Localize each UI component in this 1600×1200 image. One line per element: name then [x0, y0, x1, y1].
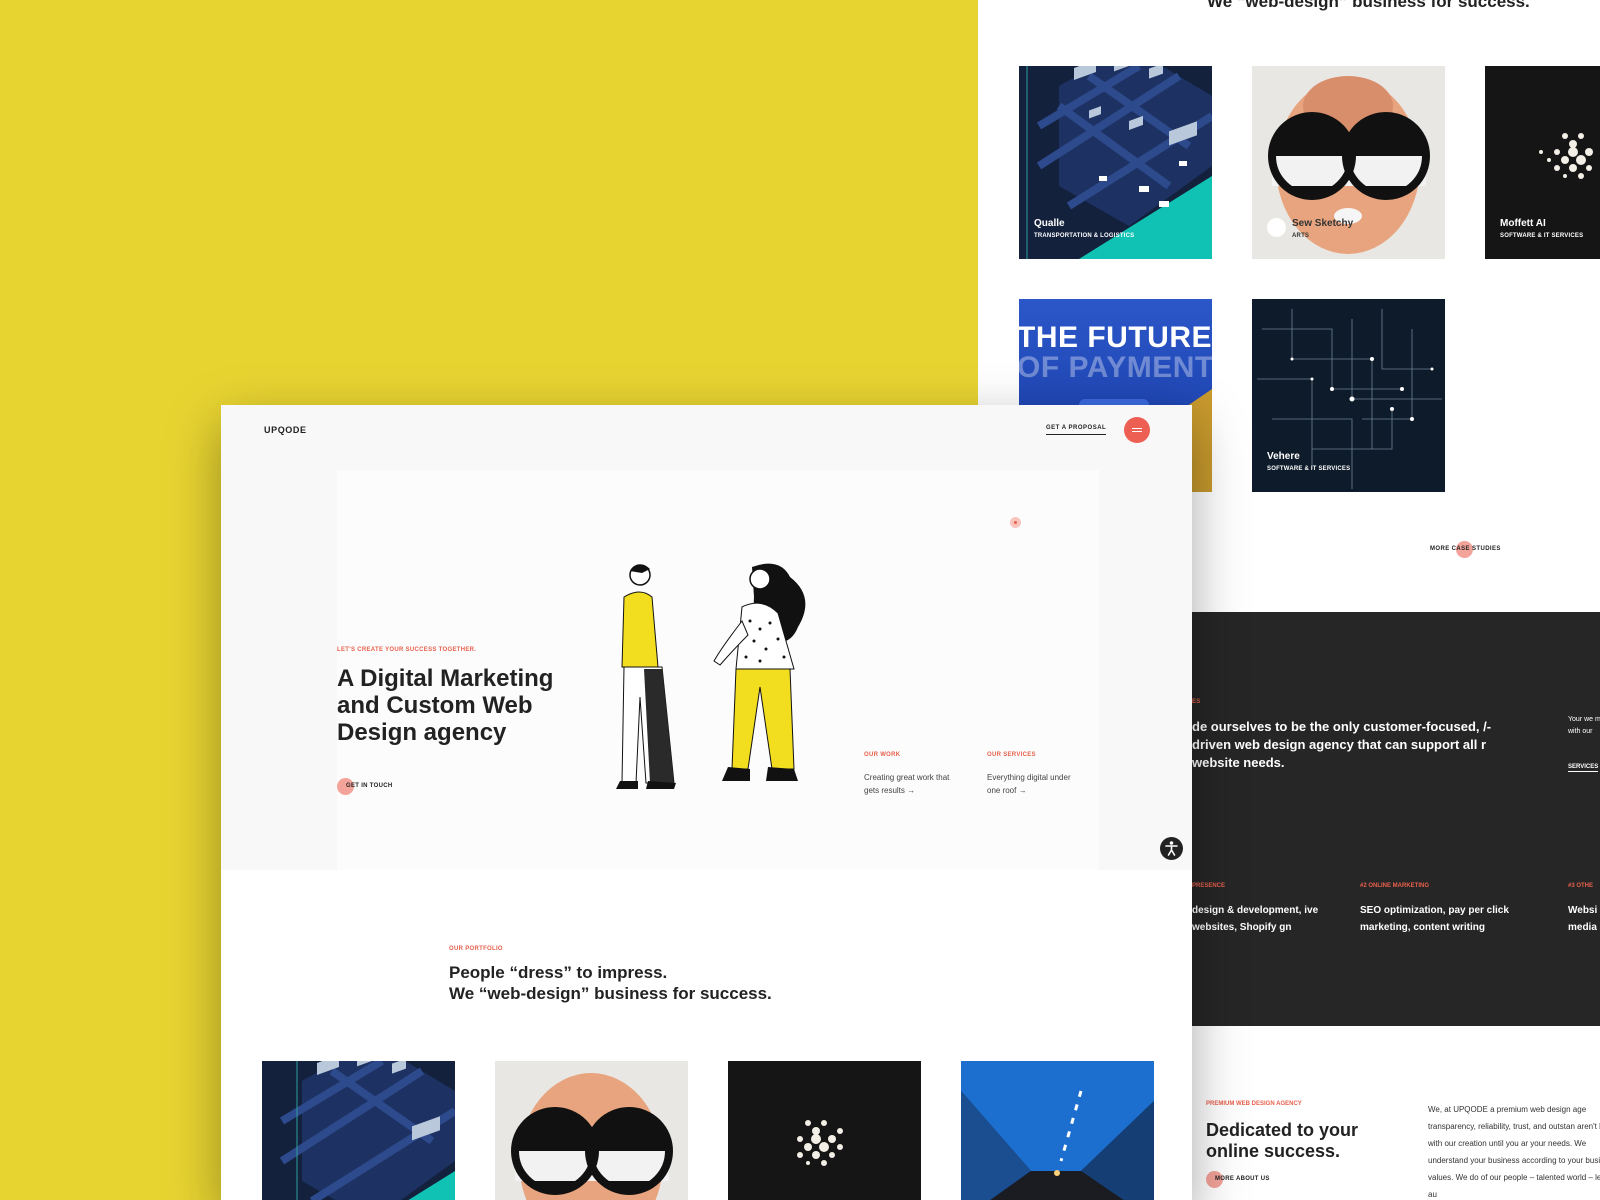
case-study-name: Sew Sketchy — [1292, 218, 1354, 229]
service-column-label: #3 OTHE — [1568, 883, 1594, 889]
get-in-touch-button[interactable]: GET IN TOUCH — [346, 783, 393, 789]
hero-tagline: LET'S CREATE YOUR SUCCESS TOGETHER. — [337, 647, 477, 653]
arrow-right-icon: → — [1018, 786, 1027, 795]
services-section-headline: de ourselves to be the only customer-foc… — [1192, 719, 1492, 770]
face-with-sunglasses-image — [511, 1073, 673, 1200]
portfolio-card-moffett-ai[interactable] — [728, 1061, 921, 1200]
service-column-text: Websi media analy — [1568, 905, 1600, 933]
case-study-category: SOFTWARE & IT SERVICES — [1267, 466, 1351, 472]
service-column-label: #2 ONLINE MARKETING — [1360, 883, 1430, 889]
case-study-category: TRANSPORTATION & LOGISTICS — [1034, 233, 1135, 239]
service-column-label: PRESENCE — [1192, 883, 1226, 889]
foreground-page-screenshot: UPQODE GET A PROPOSAL LET'S CREATE YOUR … — [221, 405, 1192, 1200]
our-services-label: OUR SERVICES — [987, 752, 1036, 758]
our-services-link[interactable]: Everything digital under one roof → — [987, 771, 1077, 797]
services-section-side-text: Your we make it with our — [1568, 716, 1600, 735]
case-study-name: Moffett AI — [1500, 218, 1546, 229]
sew-sketchy-logo-icon — [1267, 218, 1286, 237]
bg-portfolio-headline: We “web-design” business for success. — [1207, 0, 1530, 11]
our-work-label: OUR WORK — [864, 752, 901, 758]
portfolio-label: OUR PORTFOLIO — [449, 946, 503, 952]
isometric-city-image — [279, 1061, 455, 1200]
hero-headline: A Digital Marketing and Custom Web Desig… — [337, 665, 554, 746]
case-study-category: ARTS — [1292, 233, 1310, 239]
case-study-card-qualle[interactable]: Qualle TRANSPORTATION & LOGISTICS — [1019, 66, 1212, 259]
services-link[interactable]: SERVICES — [1568, 764, 1599, 772]
our-work-link[interactable]: Creating great work that gets results → — [864, 771, 954, 797]
portfolio-card-tunnel[interactable] — [961, 1061, 1154, 1200]
site-logo[interactable]: UPQODE — [264, 425, 307, 435]
agency-description: We, at UPQODE a premium web design age t… — [1428, 1105, 1600, 1199]
portfolio-title: People “dress” to impress. We “web-desig… — [449, 963, 772, 1003]
case-study-name: Vehere — [1267, 451, 1300, 462]
arrow-right-icon: → — [907, 786, 916, 795]
service-column-text: design & development, ive websites, Shop… — [1192, 905, 1319, 933]
agency-label: PREMIUM WEB DESIGN AGENCY — [1206, 1101, 1302, 1107]
menu-icon[interactable] — [1124, 417, 1150, 443]
more-case-studies-link[interactable]: MORE CASE STUDIES — [1430, 546, 1501, 552]
our-services-text: Everything digital under one roof — [987, 773, 1071, 795]
service-column-text: SEO optimization, pay per click marketin… — [1360, 905, 1509, 933]
portfolio-card-qualle[interactable] — [262, 1061, 455, 1200]
more-about-us-link[interactable]: MORE ABOUT US — [1215, 1176, 1270, 1182]
case-study-card-sew-sketchy[interactable]: Sew Sketchy ARTS — [1252, 66, 1445, 259]
two-people-illustration — [616, 563, 806, 789]
halftone-logo-image — [797, 1120, 843, 1166]
case-study-card-vehere[interactable]: Vehere SOFTWARE & IT SERVICES — [1252, 299, 1445, 492]
decorative-dot — [1010, 517, 1021, 528]
agency-title: Dedicated to your online success. — [1206, 1120, 1359, 1161]
portfolio-card-sew-sketchy[interactable] — [495, 1061, 688, 1200]
tunnel-image — [961, 1061, 1154, 1200]
accessibility-icon[interactable] — [1160, 837, 1183, 860]
services-section-label: ES — [1192, 699, 1201, 705]
case-study-name: Qualle — [1034, 218, 1065, 229]
get-proposal-link[interactable]: GET A PROPOSAL — [1046, 425, 1107, 435]
case-study-category: SOFTWARE & IT SERVICES — [1500, 233, 1584, 239]
case-study-card-moffett-ai[interactable]: Moffett AI SOFTWARE & IT SERVICES — [1485, 66, 1600, 259]
